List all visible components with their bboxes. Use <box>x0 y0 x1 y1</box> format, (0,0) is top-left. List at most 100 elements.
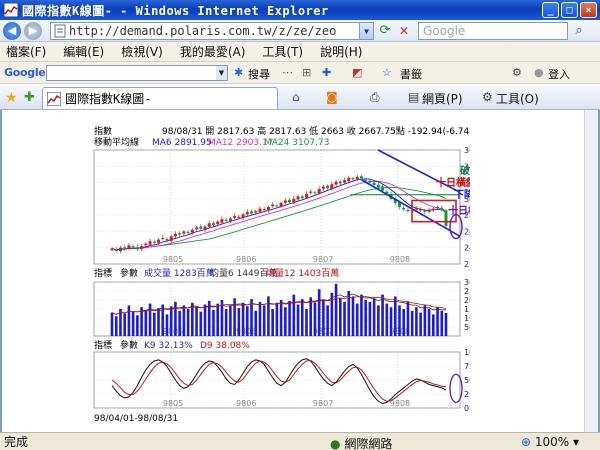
candle-body <box>220 219 224 223</box>
volume-bar <box>224 309 228 336</box>
google-plus-icon[interactable]: ✚ <box>322 66 331 79</box>
menu-help[interactable]: 說明(H) <box>320 43 362 60</box>
google-search-icon[interactable]: ✱ <box>234 66 243 79</box>
price-xtick-9808: 9808 <box>390 255 410 264</box>
candle-body <box>250 211 254 214</box>
volume-bar <box>432 314 435 336</box>
volume-bar <box>186 309 190 336</box>
kd-legend: K9 32.13% D9 38.08% <box>144 341 250 351</box>
ma-legend: MA6 2891.95MA12 2903.17MA24 3107.73 <box>152 138 329 148</box>
volume-bar <box>123 313 126 336</box>
search-input[interactable]: Google <box>418 22 568 40</box>
window-title-bar[interactable]: 國際指數K線圖- - Windows Internet Explorer _ □… <box>0 0 600 20</box>
candle-body <box>135 247 139 250</box>
candle-body <box>372 182 376 186</box>
wrench-icon[interactable]: ⚙ <box>512 66 522 79</box>
chart-svg: 指數 98/08/31 開 2817.63 高 2817.63 低 2663 收… <box>93 125 470 424</box>
back-arrow-icon[interactable]: ◀ <box>3 21 21 40</box>
candle-body <box>368 180 372 183</box>
feeds-icon[interactable]: ◙ <box>326 90 338 104</box>
page-content[interactable]: 指數 98/08/31 開 2817.63 高 2817.63 低 2663 收… <box>0 110 600 432</box>
volume-bar <box>288 300 291 336</box>
volume-bar <box>313 302 317 336</box>
candle-body <box>254 211 258 213</box>
volume-bar <box>275 302 279 336</box>
price-ytick-2600: 2600 <box>464 227 470 236</box>
google-puzzle-icon[interactable]: ⊞ <box>302 66 311 79</box>
tools-menu[interactable]: 工具(O) <box>496 90 539 107</box>
volume-bar <box>364 300 367 336</box>
vertical-scrollbar[interactable] <box>584 110 598 432</box>
kd-xtick-9805: 9805 <box>163 399 183 408</box>
kd-panel: 100 75 50 25 0 9805 9806 9807 9808 <box>93 348 470 413</box>
price-header-title: 指數 <box>94 125 112 137</box>
kd-xtick-9807: 9807 <box>313 399 333 408</box>
candle-body <box>199 226 203 229</box>
candle-body <box>233 215 237 218</box>
forward-arrow-icon[interactable]: ▶ <box>24 21 42 40</box>
print-icon[interactable]: ⎙ <box>370 90 380 105</box>
minimize-button[interactable]: _ <box>542 2 559 18</box>
volume-bar <box>161 304 165 336</box>
stop-icon[interactable]: ✕ <box>396 23 412 39</box>
volume-bar <box>372 298 376 336</box>
menu-bar: 檔案(F) 編輯(E) 檢視(V) 我的最愛(A) 工具(T) 說明(H) <box>0 42 600 62</box>
volume-bar <box>195 307 198 336</box>
google-bookmarks-button[interactable]: 書籤 <box>400 66 422 82</box>
volume-bar <box>229 305 232 336</box>
login-button[interactable]: 登入 <box>548 66 570 82</box>
volume-ytick-1500: 1500 <box>464 305 470 314</box>
page-menu[interactable]: 網頁(P) <box>422 90 463 107</box>
tools-gear-icon[interactable]: ⚙ <box>482 90 493 104</box>
google-search-button[interactable]: 搜尋 <box>248 66 270 82</box>
security-zone: ● 網際網路 <box>330 435 392 450</box>
volume-bar <box>381 294 384 336</box>
address-bar[interactable]: http://demand.polaris.com.tw/z/ze/zeo ▼ <box>50 22 374 40</box>
candle-body <box>266 207 270 210</box>
refresh-icon[interactable]: ⟳ <box>377 23 393 39</box>
annotation-channel: 下降軌道 <box>454 188 470 201</box>
google-dropdown-icon[interactable]: ▼ <box>216 66 227 80</box>
menu-view[interactable]: 檢視(V) <box>121 43 163 60</box>
volume-ytick-2500: 2500 <box>464 287 470 296</box>
search-icon[interactable]: ⌕ <box>571 23 587 39</box>
add-favorite-icon[interactable]: ✚ <box>24 90 35 105</box>
price-xtick-9806: 9806 <box>236 255 256 264</box>
address-dropdown-icon[interactable]: ▼ <box>359 23 373 39</box>
page-icon-cmd[interactable]: ▤ <box>408 90 419 104</box>
tab-active[interactable]: 國際指數K線圖- <box>42 87 278 109</box>
google-more-icon[interactable]: ⋯ <box>282 66 293 79</box>
menu-file[interactable]: 檔案(F) <box>6 43 46 60</box>
volume-bar <box>389 307 393 336</box>
price-ytick-2200: 2200 <box>464 260 470 269</box>
login-icon[interactable]: ● <box>534 66 544 79</box>
candle-body <box>271 204 275 207</box>
address-toolbar: ◀ ▶ http://demand.polaris.com.tw/z/ze/ze… <box>0 20 600 42</box>
google-search-input[interactable] <box>46 65 228 81</box>
volume-header-param: 參數 <box>120 267 138 279</box>
close-button[interactable]: × <box>580 2 597 18</box>
maximize-button[interactable]: □ <box>561 2 578 18</box>
google-logo: Google <box>4 66 46 79</box>
home-icon[interactable]: ⌂ <box>292 90 300 104</box>
volume-bar <box>351 296 355 336</box>
favorites-star-icon[interactable]: ★ <box>5 90 18 106</box>
volume-bar <box>296 304 300 336</box>
zoom-icon: ⊕ <box>521 435 532 449</box>
annotation-range: 十日橫盤區間 <box>436 176 470 189</box>
annotation-neckline: 破頸線頭部成形 <box>460 164 470 177</box>
price-header-values: 98/08/31 開 2817.63 高 2817.63 低 2663 收 26… <box>162 125 470 137</box>
volume-bar <box>343 301 346 336</box>
address-url[interactable]: http://demand.polaris.com.tw/z/ze/zeo <box>69 24 359 38</box>
menu-favorites[interactable]: 我的最愛(A) <box>180 43 246 60</box>
menu-tools[interactable]: 工具(T) <box>262 43 303 60</box>
menu-edit[interactable]: 編輯(E) <box>63 43 104 60</box>
stock-chart: 指數 98/08/31 開 2817.63 高 2817.63 低 2663 收… <box>92 124 470 424</box>
annotation-breakdown: 十日橫盤後長陰破線 <box>448 204 470 217</box>
zoom-level[interactable]: ⊕ 100% ▾ <box>521 435 579 449</box>
google-star-icon[interactable]: ☆ <box>382 66 392 79</box>
google-pagerank-icon[interactable]: ◩ <box>352 66 362 79</box>
zone-label: 網際網路 <box>344 437 393 450</box>
volume-bar <box>174 301 177 336</box>
price-ytick-2400: 2400 <box>464 244 470 253</box>
